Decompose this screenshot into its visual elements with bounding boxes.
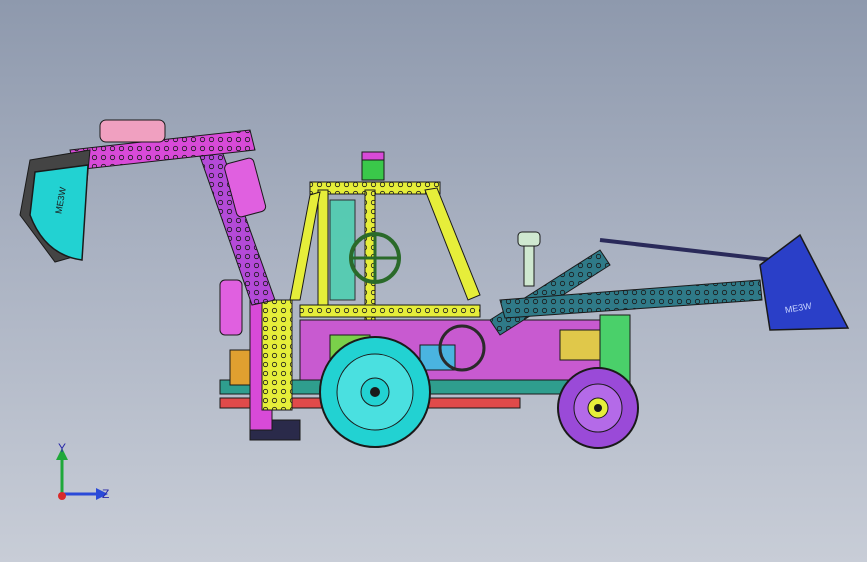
cad-viewport[interactable]: ME3W ME3W Y Z: [0, 0, 867, 562]
z-axis-label: Z: [102, 487, 109, 501]
backhoe-arm: [19, 119, 293, 431]
loader-bucket: ME3W: [759, 233, 850, 331]
front-wheel: [557, 367, 639, 449]
y-axis-label: Y: [58, 441, 66, 455]
x-axis-point: [58, 492, 66, 500]
backhoe-loader-model[interactable]: ME3W ME3W: [0, 0, 867, 562]
rear-wheel: [319, 336, 431, 448]
orientation-triad: Y Z: [56, 441, 109, 501]
backhoe-bucket: ME3W: [29, 164, 89, 261]
